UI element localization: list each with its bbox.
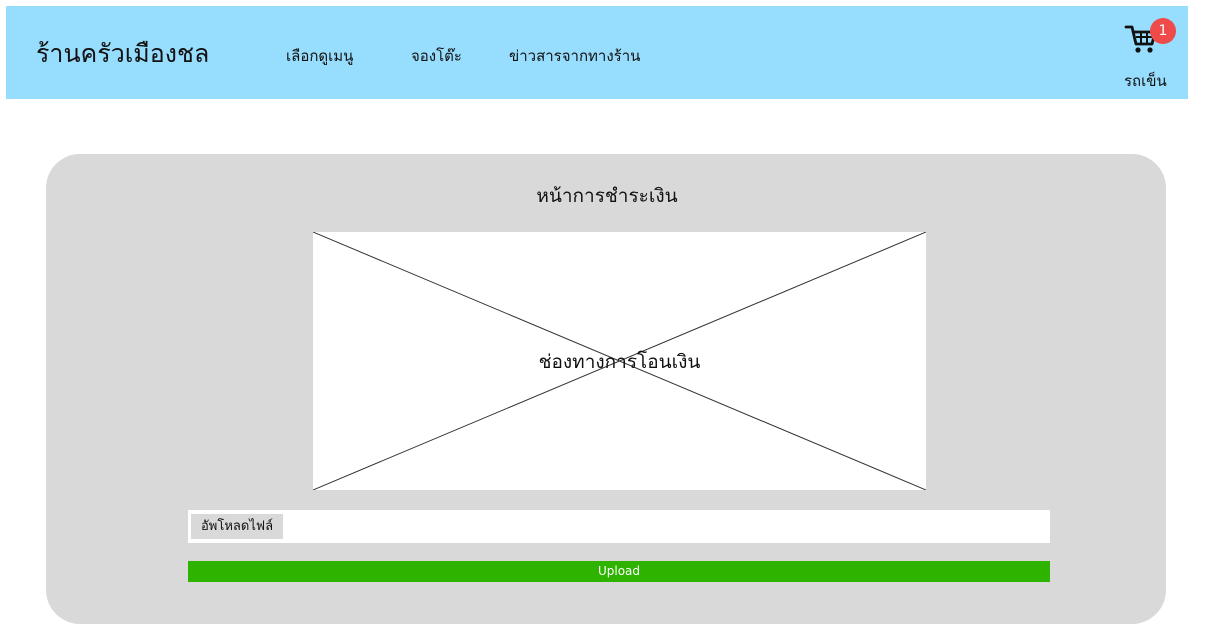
transfer-method-label: ช่องทางการโอนเงิน <box>538 351 701 373</box>
cart-button[interactable]: 1 รถเข็น <box>1118 16 1178 94</box>
nav-item-news[interactable]: ข่าวสารจากทางร้าน <box>509 44 640 68</box>
nav-item-reserve-table[interactable]: จองโต๊ะ <box>411 44 462 68</box>
cart-label: รถเข็น <box>1124 72 1167 90</box>
brand-name[interactable]: ร้านครัวเมืองชล <box>36 34 209 74</box>
nav-item-menu[interactable]: เลือกดูเมนู <box>286 44 353 68</box>
page-title: หน้าการชำระเงิน <box>536 185 678 207</box>
choose-file-button[interactable]: อัพโหลดไฟล์ <box>191 514 284 539</box>
file-input-field[interactable]: อัพโหลดไฟล์ <box>188 510 1050 543</box>
top-header: ร้านครัวเมืองชล เลือกดูเมนู จองโต๊ะ ข่าว… <box>6 6 1188 99</box>
transfer-image-placeholder: ช่องทางการโอนเงิน <box>313 232 926 490</box>
cart-count-badge: 1 <box>1150 18 1176 44</box>
upload-button[interactable]: Upload <box>188 561 1050 582</box>
